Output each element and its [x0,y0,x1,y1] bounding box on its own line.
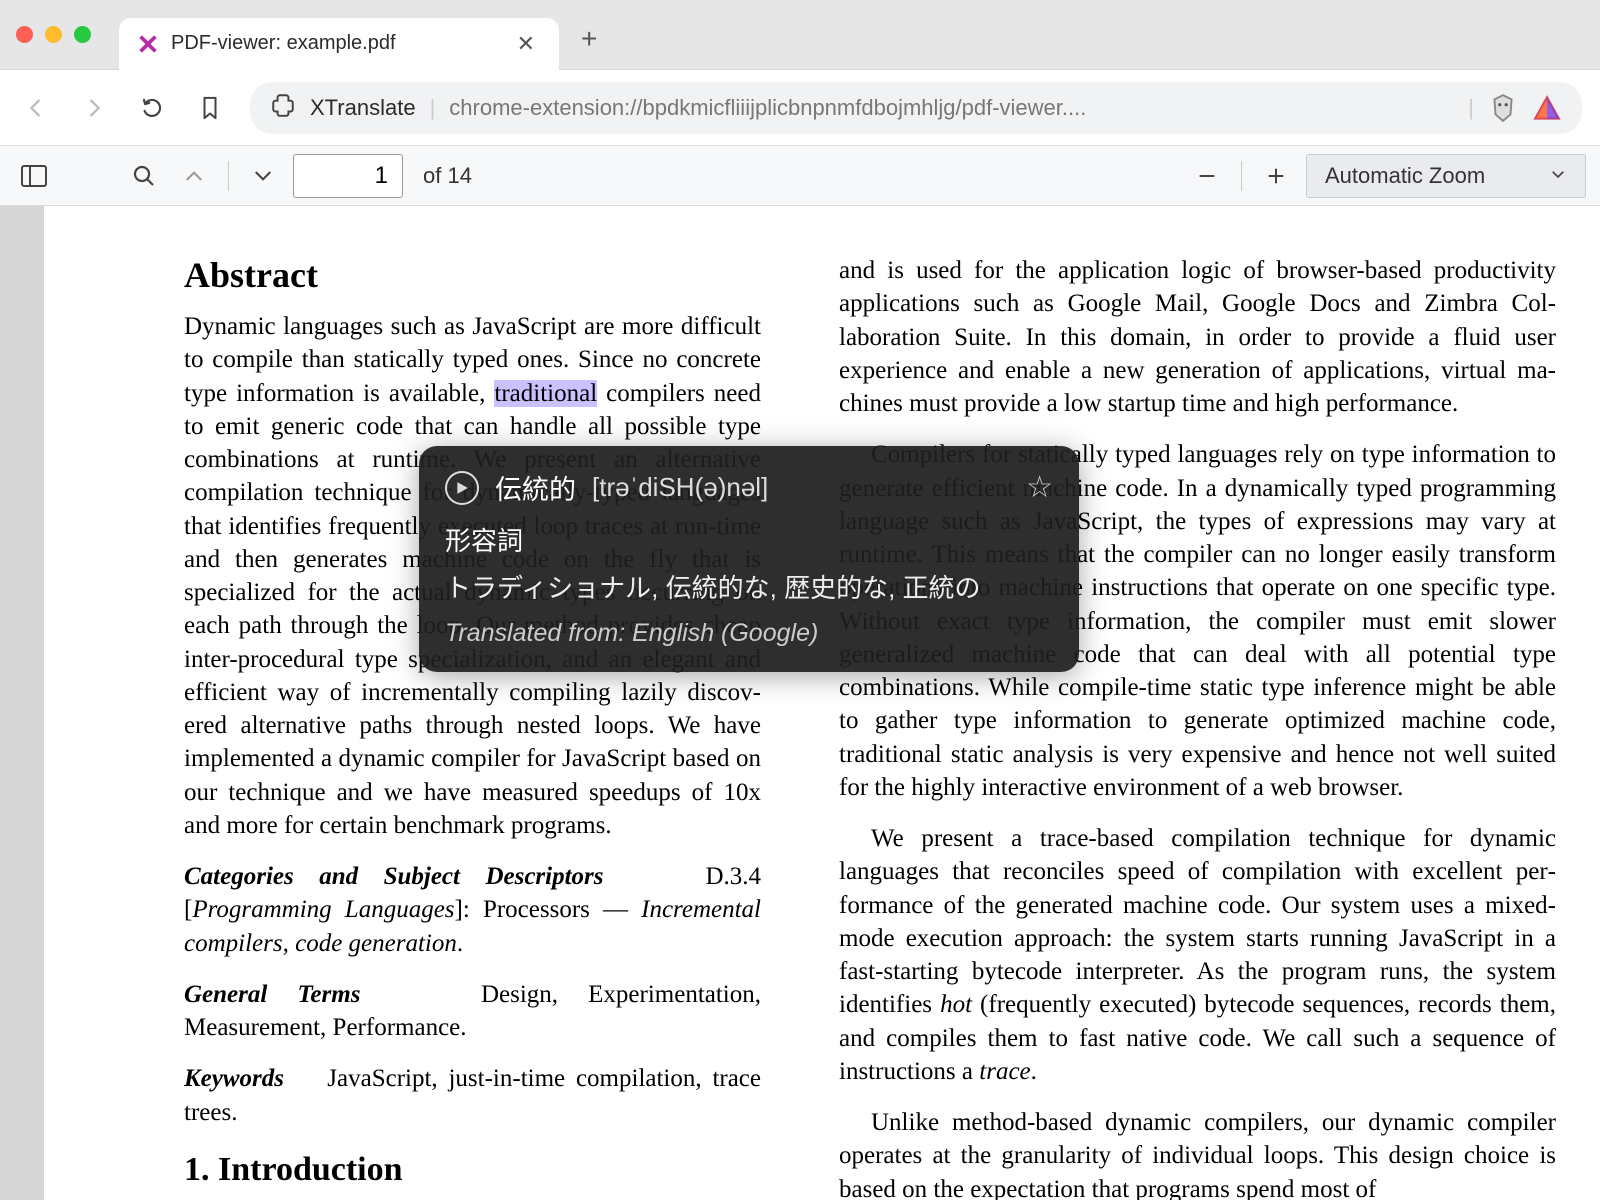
extension-puzzle-icon [270,92,296,124]
window-controls [16,26,91,43]
page-count-label: of 14 [423,163,472,189]
zoom-select-label: Automatic Zoom [1325,163,1485,189]
search-button[interactable] [124,156,164,196]
browser-tab[interactable]: PDF-viewer: example.pdf ✕ [119,18,559,70]
page-number-input[interactable] [293,154,403,198]
section-heading: 1. Introduction [184,1151,761,1189]
maximize-window-button[interactable] [74,26,91,43]
reload-button[interactable] [134,90,170,126]
next-page-button[interactable] [243,156,283,196]
left-column: Abstract Dynamic languages such as JavaS… [44,254,761,1200]
selected-word[interactable]: traditional [494,380,597,407]
address-bar[interactable]: XTranslate | chrome-extension://bpdkmicf… [250,82,1582,134]
prev-page-button[interactable] [174,156,214,196]
zoom-select[interactable]: Automatic Zoom [1306,154,1586,198]
pdf-toolbar: of 14 Automatic Zoom [0,146,1600,206]
translation-source: Translated from: English (Google) [445,619,1053,648]
back-button[interactable] [18,90,54,126]
right-para-1: and is used for the application logic of… [839,254,1556,420]
right-column: and is used for the application logic of… [839,254,1556,1200]
extension-name: XTranslate [310,95,416,121]
url-separator-right: | [1468,95,1474,121]
close-tab-button[interactable]: ✕ [511,31,541,57]
pdf-page: Abstract Dynamic languages such as JavaS… [44,206,1600,1200]
right-para-3: We present a trace-based compilation tec… [839,822,1556,1088]
page-gutter [0,206,44,1200]
part-of-speech: 形容詞 [445,521,1053,558]
browser-tab-strip: PDF-viewer: example.pdf ✕ + [0,0,1600,70]
translation-main-word: 伝統的 [495,468,576,507]
right-para-4: Unlike method-based dynamic compilers, o… [839,1106,1556,1200]
bookmark-button[interactable] [192,90,228,126]
translation-definitions: トラディショナル, 伝統的な, 歴史的な, 正統の [445,568,1053,605]
general-terms-line: General Terms Design, Experimentation, M… [184,978,761,1045]
keywords-line: Keywords JavaScript, just-in-time compil… [184,1062,761,1129]
categories-line: Categories and Subject Descriptors D.3.4… [184,860,761,960]
url-separator: | [430,95,436,121]
sidebar-toggle-button[interactable] [14,156,54,196]
play-audio-button[interactable] [445,471,479,505]
tab-title: PDF-viewer: example.pdf [171,32,511,55]
pdf-viewport[interactable]: Abstract Dynamic languages such as JavaS… [0,206,1600,1200]
xtranslate-icon [137,33,159,55]
brave-rewards-icon[interactable] [1532,93,1562,123]
chevron-down-icon [1549,163,1567,189]
new-tab-button[interactable]: + [581,23,597,55]
minimize-window-button[interactable] [45,26,62,43]
url-text: chrome-extension://bpdkmicfliiijplicbnpn… [449,95,1454,121]
brave-shield-icon[interactable] [1488,93,1518,123]
translation-popup[interactable]: 伝統的 [trəˈdiSH(ə)nəl] ☆ 形容詞 トラディショナル, 伝統的… [419,446,1079,672]
abstract-heading: Abstract [184,254,761,296]
favorite-button[interactable]: ☆ [1026,470,1053,505]
zoom-in-button[interactable] [1256,156,1296,196]
translation-phonetic: [trəˈdiSH(ə)nəl] [592,472,768,503]
close-window-button[interactable] [16,26,33,43]
zoom-out-button[interactable] [1187,156,1227,196]
browser-navbar: XTranslate | chrome-extension://bpdkmicf… [0,70,1600,146]
forward-button[interactable] [76,90,112,126]
